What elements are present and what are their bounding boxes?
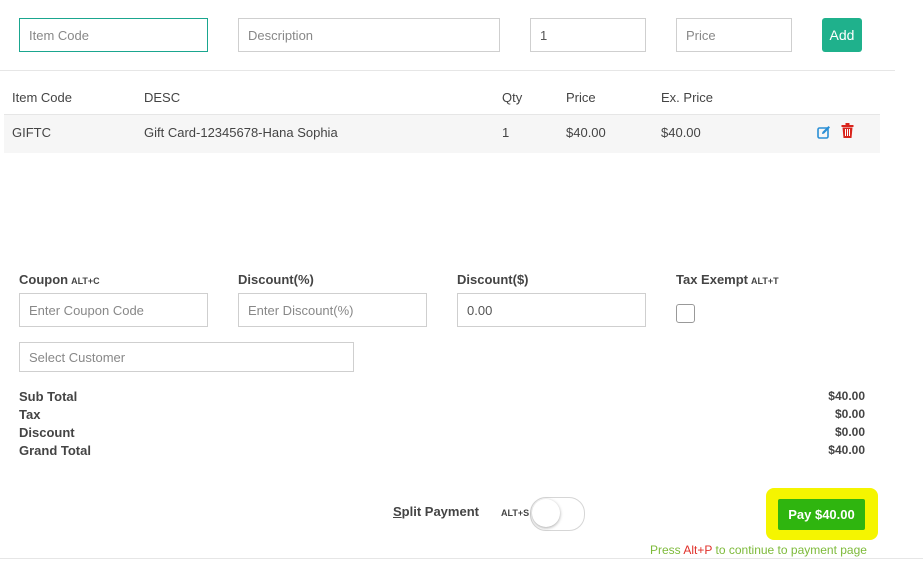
- cell-qty: 1: [502, 125, 510, 140]
- coupon-input[interactable]: [19, 293, 208, 327]
- divider: [0, 70, 895, 71]
- col-header-ex-price: Ex. Price: [661, 90, 714, 105]
- divider: [4, 114, 880, 115]
- payment-hint: Press Alt+P to continue to payment page: [650, 543, 867, 557]
- sub-total-value: $40.00: [828, 389, 865, 403]
- discount-amt-input[interactable]: [457, 293, 646, 327]
- edit-icon[interactable]: [817, 125, 831, 139]
- split-payment-label: Split Payment: [393, 504, 479, 519]
- customer-select[interactable]: [19, 342, 354, 372]
- cell-item-code: GIFTC: [12, 125, 51, 140]
- pay-button[interactable]: Pay $40.00: [778, 499, 865, 530]
- discount-pct-input[interactable]: [238, 293, 427, 327]
- qty-input[interactable]: [530, 18, 646, 52]
- split-payment-toggle[interactable]: [530, 497, 585, 531]
- coupon-label: Coupon ALT+C: [19, 272, 100, 287]
- tax-exempt-checkbox[interactable]: [676, 304, 695, 323]
- trash-icon[interactable]: [841, 123, 854, 138]
- discount-label: Discount: [19, 425, 75, 440]
- price-input[interactable]: [676, 18, 792, 52]
- tax-exempt-label: Tax Exempt ALT+T: [676, 272, 779, 287]
- bottom-divider: [0, 558, 923, 559]
- sub-total-label: Sub Total: [19, 389, 78, 404]
- tax-value: $0.00: [834, 407, 865, 421]
- tax-exempt-shortcut: ALT+T: [751, 276, 779, 286]
- description-input[interactable]: [238, 18, 500, 52]
- discount-value: $0.00: [834, 425, 865, 439]
- grand-total-value: $40.00: [828, 443, 865, 457]
- col-header-item-code: Item Code: [12, 90, 72, 105]
- col-header-qty: Qty: [502, 90, 523, 105]
- col-header-desc: DESC: [144, 90, 181, 105]
- table-row: [4, 114, 880, 153]
- cell-desc: Gift Card-12345678-Hana Sophia: [144, 125, 338, 140]
- add-button[interactable]: Add: [822, 18, 862, 52]
- tax-label: Tax: [19, 407, 41, 422]
- cell-price: $40.00: [566, 125, 606, 140]
- toggle-knob: [532, 499, 560, 527]
- item-code-input[interactable]: [19, 18, 208, 52]
- split-payment-shortcut: ALT+S: [501, 508, 530, 518]
- cell-ex-price: $40.00: [661, 125, 701, 140]
- grand-total-label: Grand Total: [19, 443, 91, 458]
- col-header-price: Price: [566, 90, 596, 105]
- discount-pct-label: Discount(%): [238, 272, 314, 287]
- discount-amt-label: Discount($): [457, 272, 529, 287]
- coupon-shortcut: ALT+C: [71, 276, 100, 286]
